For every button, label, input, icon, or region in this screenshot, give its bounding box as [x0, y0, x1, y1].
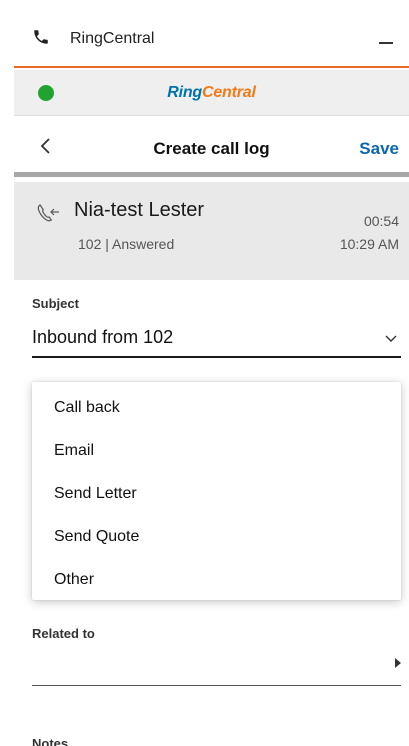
subject-select[interactable]: Inbound from 102	[32, 318, 401, 358]
window-title: RingCentral	[70, 30, 155, 47]
subject-value: Inbound from 102	[32, 327, 174, 347]
dropdown-option-call-back[interactable]: Call back	[32, 386, 401, 429]
chevron-down-icon	[385, 335, 397, 342]
subject-label: Subject	[32, 296, 79, 311]
window-titlebar: RingCentral	[14, 0, 409, 68]
dropdown-option-other[interactable]: Other	[32, 558, 401, 601]
ringcentral-logo: RingCentral	[167, 84, 256, 101]
minimize-button[interactable]	[375, 24, 397, 48]
subject-dropdown-menu: Call back Email Send Letter Send Quote O…	[32, 382, 401, 600]
related-to-label: Related to	[32, 626, 95, 641]
call-info-panel: Nia-test Lester 00:54 102 | Answered 10:…	[14, 182, 409, 280]
related-to-field[interactable]	[32, 646, 401, 686]
call-time: 10:29 AM	[339, 236, 399, 252]
page-title: Create call log	[153, 139, 270, 158]
page-header: Create call log Save	[14, 117, 409, 177]
incoming-call-icon	[37, 204, 59, 222]
notes-label: Notes	[32, 736, 69, 746]
save-button[interactable]: Save	[359, 139, 399, 159]
phone-icon	[34, 30, 48, 44]
brand-bar: RingCentral	[14, 70, 409, 116]
call-duration: 00:54	[363, 213, 399, 229]
caret-right-icon	[395, 658, 401, 668]
dropdown-option-send-letter[interactable]: Send Letter	[32, 472, 401, 515]
dropdown-option-send-quote[interactable]: Send Quote	[32, 515, 401, 558]
call-meta: 102 | Answered	[78, 236, 175, 252]
ringcentral-app: RingCentral RingCentral Create call log …	[14, 0, 409, 746]
contact-name: Nia-test Lester	[74, 199, 205, 221]
dropdown-option-email[interactable]: Email	[32, 429, 401, 472]
